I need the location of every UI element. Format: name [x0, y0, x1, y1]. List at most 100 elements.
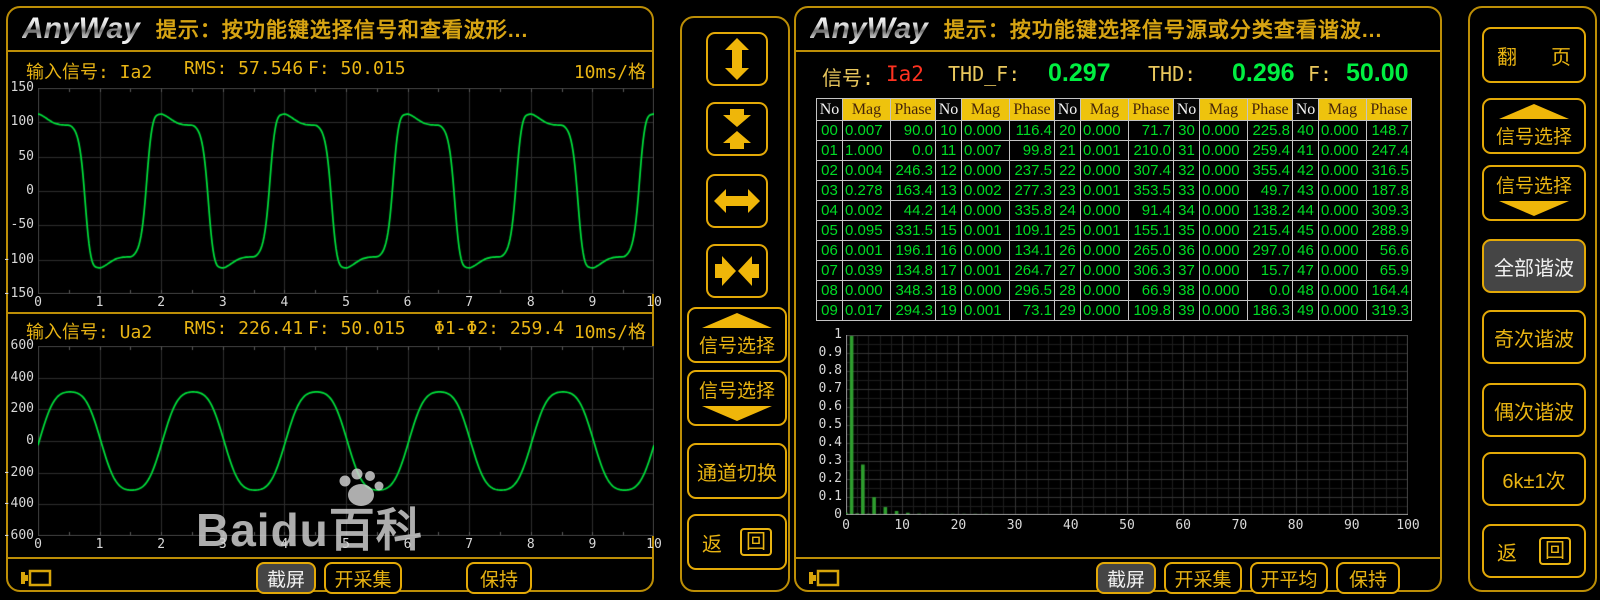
harmonic-no: 26	[1055, 241, 1081, 261]
horizontal-compress-button[interactable]	[706, 244, 768, 298]
table-header-mag: Mag	[843, 99, 891, 121]
sixk-harmonics-button[interactable]: 6k±1次	[1482, 452, 1586, 506]
harmonics-panel: AnyWay 提示：按功能键选择信号源或分类查看谐波... 信号: Ia2 TH…	[794, 6, 1442, 592]
hold-button[interactable]: 保持	[1336, 562, 1400, 594]
harmonic-phase: 306.3	[1129, 261, 1174, 281]
harmonic-mag: 0.000	[1319, 241, 1367, 261]
vertical-expand-button[interactable]	[706, 32, 768, 86]
freq-label: F:	[1308, 62, 1332, 86]
axis-label: -100	[0, 252, 34, 267]
table-row: 000.00790.0100.000116.4200.00071.7300.00…	[817, 121, 1412, 141]
anyway-logo: AnyWay	[810, 12, 944, 46]
harmonic-mag: 0.000	[1200, 241, 1248, 261]
triangle-up-icon	[1499, 104, 1569, 119]
harmonic-no: 05	[817, 221, 843, 241]
thdf-label: THD_F:	[948, 62, 1020, 86]
page-label-left: 翻	[1497, 41, 1517, 70]
table-header-mag: Mag	[1200, 99, 1248, 121]
harmonic-phase: 353.5	[1129, 181, 1174, 201]
harmonic-no: 35	[1174, 221, 1200, 241]
hold-button[interactable]: 保持	[466, 562, 532, 594]
axis-label: 40	[1057, 518, 1085, 533]
axis-label: 0	[832, 518, 860, 533]
table-row: 020.004246.3120.000237.5220.000307.4320.…	[817, 161, 1412, 181]
table-header-phase: Phase	[1010, 99, 1055, 121]
even-harmonics-button[interactable]: 偶次谐波	[1482, 383, 1586, 437]
harmonic-no: 41	[1293, 141, 1319, 161]
vertical-compress-button[interactable]	[706, 102, 768, 156]
harmonic-mag: 0.001	[962, 221, 1010, 241]
harmonic-no: 49	[1293, 301, 1319, 321]
power-source-icon	[806, 565, 842, 596]
average-button[interactable]: 开平均	[1250, 562, 1328, 594]
wave1-timebase: 10ms/格	[574, 58, 646, 84]
signal-select-down-button[interactable]: 信号选择	[687, 370, 787, 426]
signal-select-up-label: 信号选择	[1496, 122, 1572, 149]
axis-label: 0	[26, 537, 50, 552]
harmonic-no: 21	[1055, 141, 1081, 161]
signal-select-up-label: 信号选择	[699, 331, 775, 358]
table-row: 040.00244.2140.000335.8240.00091.4340.00…	[817, 201, 1412, 221]
harmonic-phase: 307.4	[1129, 161, 1174, 181]
expand-horizontal-icon	[713, 179, 761, 223]
table-header-no: No	[1055, 99, 1081, 121]
signal-select-down-button[interactable]: 信号选择	[1482, 165, 1586, 221]
power-source-icon	[18, 565, 54, 596]
wave2-rms: RMS: 226.41	[184, 318, 303, 339]
harmonic-no: 48	[1293, 281, 1319, 301]
wave1-signal-label: 输入信号: Ia2	[26, 58, 152, 84]
harmonic-phase: 331.5	[891, 221, 936, 241]
axis-label: 10	[642, 537, 666, 552]
horizontal-expand-button[interactable]	[706, 174, 768, 228]
axis-label: 1	[814, 327, 842, 342]
axis-label: 50	[0, 149, 34, 164]
table-header-phase: Phase	[1129, 99, 1174, 121]
wave2-info-row: 输入信号: Ua2 RMS: 226.41 F: 50.015 Φ1-Φ2: 2…	[26, 318, 646, 342]
harmonic-mag: 0.002	[843, 201, 891, 221]
screenshot-button[interactable]: 截屏	[256, 562, 316, 594]
panel-divider	[8, 312, 652, 314]
harmonic-phase: 348.3	[891, 281, 936, 301]
harmonic-mag: 0.000	[1081, 121, 1129, 141]
back-button-left-panel[interactable]: 返 回	[687, 514, 787, 570]
anyway-logo: AnyWay	[22, 12, 156, 46]
odd-harmonics-button[interactable]: 奇次谐波	[1482, 310, 1586, 364]
harmonic-mag: 0.001	[1081, 221, 1129, 241]
harmonic-mag: 0.000	[962, 201, 1010, 221]
all-harmonics-button[interactable]: 全部谐波	[1482, 239, 1586, 293]
wave1-chart: 150100500-50-100-150012345678910	[38, 88, 654, 294]
axis-label: 0.1	[814, 489, 842, 504]
wave2-chart: 6004002000-200-400-600012345678910	[38, 346, 654, 536]
screenshot-button[interactable]: 截屏	[1096, 562, 1156, 594]
harmonic-phase: 247.4	[1367, 141, 1412, 161]
axis-label: 1	[88, 537, 112, 552]
signal-select-down-label: 信号选择	[699, 376, 775, 403]
axis-label: 8	[519, 537, 543, 552]
harmonic-mag: 0.000	[843, 281, 891, 301]
harmonic-phase: 215.4	[1248, 221, 1293, 241]
acquire-button[interactable]: 开采集	[1164, 562, 1242, 594]
page-turn-button[interactable]: 翻 页	[1482, 27, 1586, 83]
harmonic-mag: 0.001	[1081, 181, 1129, 201]
axis-label: 2	[149, 537, 173, 552]
thd-label: THD:	[1148, 62, 1196, 86]
harmonic-mag: 0.000	[1319, 301, 1367, 321]
harmonic-no: 01	[817, 141, 843, 161]
harmonic-phase: 15.7	[1248, 261, 1293, 281]
harmonic-phase: 277.3	[1010, 181, 1055, 201]
harmonic-mag: 0.000	[1200, 161, 1248, 181]
axis-label: 4	[272, 295, 296, 310]
back-button-right-panel[interactable]: 返 回	[1482, 524, 1586, 578]
harmonic-phase: 265.0	[1129, 241, 1174, 261]
signal-select-up-button[interactable]: 信号选择	[1482, 98, 1586, 154]
thdf-value: 0.297	[1048, 59, 1111, 88]
harmonic-phase: 134.1	[1010, 241, 1055, 261]
acquire-button[interactable]: 开采集	[324, 562, 402, 594]
channel-switch-button[interactable]: 通道切换	[687, 443, 787, 499]
signal-select-up-button[interactable]: 信号选择	[687, 307, 787, 363]
wave2-freq: F: 50.015	[308, 318, 406, 339]
harmonic-no: 24	[1055, 201, 1081, 221]
harmonics-function-keys: 翻 页 信号选择 信号选择 全部谐波 奇次谐波 偶次谐波 6k±1次 返 回	[1468, 6, 1597, 592]
harmonic-phase: 91.4	[1129, 201, 1174, 221]
page-label-right: 页	[1551, 41, 1571, 70]
